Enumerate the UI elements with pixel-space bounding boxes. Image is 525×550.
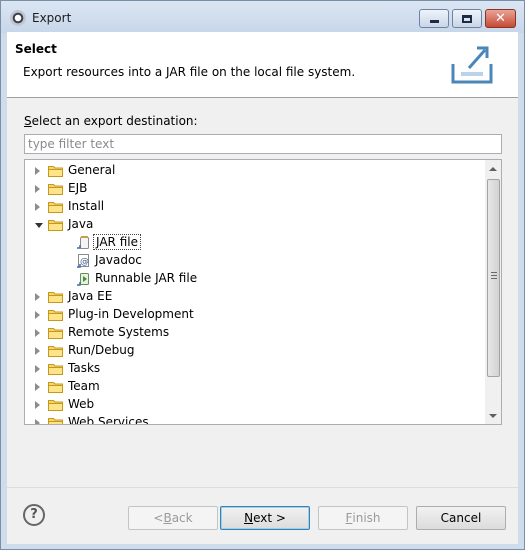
dialog-body: Select Export resources into a JAR file … [7, 32, 518, 544]
tree-item-label: Team [68, 379, 100, 393]
folder-icon [48, 327, 63, 339]
tree-item[interactable]: Java [25, 216, 484, 234]
collapsed-arrow-icon[interactable] [35, 203, 40, 211]
tree-item[interactable]: Runnable JAR file [25, 270, 484, 288]
scroll-down-icon [489, 413, 497, 418]
minimize-button[interactable] [419, 9, 449, 28]
tree-item[interactable]: Run/Debug [25, 342, 484, 360]
scroll-up-icon [489, 166, 497, 171]
tree-item[interactable]: JAR file [25, 234, 484, 252]
wizard-banner: Select Export resources into a JAR file … [7, 32, 518, 98]
window-title: Export [32, 11, 72, 25]
tree-item[interactable]: Tasks [25, 360, 484, 378]
minimize-icon [429, 20, 439, 23]
folder-icon [48, 219, 63, 231]
page-title: Select [15, 42, 57, 56]
runnable-jar-icon [76, 271, 92, 287]
scroll-down-button[interactable] [485, 407, 501, 424]
button-bar-separator [7, 487, 518, 488]
tree-item-label: Plug-in Development [68, 307, 194, 321]
tree-item-label: Java [68, 217, 94, 231]
finish-button[interactable]: Finish [318, 506, 408, 530]
collapsed-arrow-icon[interactable] [35, 293, 40, 301]
tree-item-label: Run/Debug [68, 343, 135, 357]
grip-icon [491, 272, 497, 279]
next-button[interactable]: Next > [220, 506, 310, 530]
tree-item[interactable]: General [25, 162, 484, 180]
export-wizard-icon [451, 46, 493, 84]
tree-item[interactable]: Team [25, 378, 484, 396]
collapsed-arrow-icon[interactable] [35, 401, 40, 409]
folder-icon [48, 165, 63, 177]
destination-label: Select an export destination: [24, 114, 198, 128]
back-button[interactable]: < Back [128, 506, 218, 530]
folder-icon [48, 183, 63, 195]
tree-item-label: JAR file [93, 234, 141, 250]
folder-icon [48, 291, 63, 303]
close-button[interactable]: ✕ [485, 9, 516, 28]
maximize-icon [462, 14, 472, 23]
destination-tree[interactable]: General EJB Install Java JAR file @ Javadoc Run… [24, 159, 502, 425]
tree-item-label: Web Services [68, 415, 149, 424]
tree-item-label: Remote Systems [68, 325, 170, 339]
folder-icon [48, 345, 63, 357]
tree-viewport: General EJB Install Java JAR file @ Javadoc Run… [25, 160, 484, 424]
collapsed-arrow-icon[interactable] [35, 311, 40, 319]
folder-icon [48, 417, 63, 424]
tree-item-label: Java EE [68, 289, 113, 303]
tree-item-label: EJB [68, 181, 88, 195]
tree-item[interactable]: Java EE [25, 288, 484, 306]
tree-item-label: Install [68, 199, 105, 213]
export-dialog: Export ✕ Select Export resources into a … [0, 0, 525, 550]
folder-icon [48, 201, 63, 213]
collapsed-arrow-icon[interactable] [35, 329, 40, 337]
collapsed-arrow-icon[interactable] [35, 347, 40, 355]
folder-icon [48, 363, 63, 375]
tree-item[interactable]: Plug-in Development [25, 306, 484, 324]
collapsed-arrow-icon[interactable] [35, 167, 40, 175]
collapsed-arrow-icon[interactable] [35, 365, 40, 373]
svg-text:@: @ [80, 257, 89, 267]
jar-file-icon [76, 235, 92, 251]
help-icon[interactable]: ? [23, 504, 45, 526]
collapsed-arrow-icon[interactable] [35, 185, 40, 193]
collapsed-arrow-icon[interactable] [35, 383, 40, 391]
tree-item-label: General [68, 163, 116, 177]
cancel-button[interactable]: Cancel [416, 506, 506, 530]
filter-input[interactable] [24, 134, 502, 154]
scroll-up-button[interactable] [485, 160, 501, 177]
tree-item-label: Runnable JAR file [95, 271, 198, 285]
folder-icon [48, 399, 63, 411]
tree-item-label: Web [68, 397, 95, 411]
tree-item[interactable]: Install [25, 198, 484, 216]
expanded-arrow-icon[interactable] [35, 223, 43, 228]
tree-item[interactable]: Remote Systems [25, 324, 484, 342]
tree-item-label: Tasks [68, 361, 101, 375]
javadoc-icon: @ [76, 253, 92, 269]
tree-item[interactable]: @ Javadoc [25, 252, 484, 270]
tree-item[interactable]: EJB [25, 180, 484, 198]
folder-icon [48, 381, 63, 393]
maximize-button[interactable] [452, 9, 482, 28]
tree-item-label: Javadoc [95, 253, 142, 267]
collapsed-arrow-icon[interactable] [35, 419, 40, 424]
close-icon: ✕ [495, 11, 506, 26]
folder-icon [48, 309, 63, 321]
tree-item[interactable]: Web [25, 396, 484, 414]
vertical-scrollbar[interactable] [485, 160, 501, 424]
scroll-thumb[interactable] [487, 179, 500, 377]
eclipse-icon [10, 10, 26, 26]
title-bar[interactable]: Export ✕ [1, 1, 524, 33]
page-description: Export resources into a JAR file on the … [23, 65, 356, 79]
tree-item[interactable]: Web Services [25, 414, 484, 424]
